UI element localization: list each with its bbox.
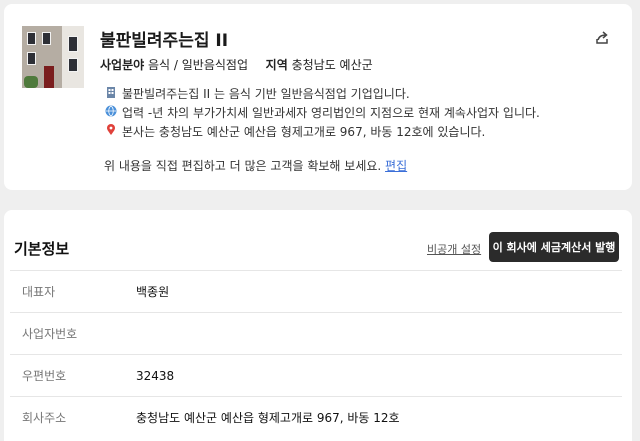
company-name: 불판빌려주는집 II bbox=[100, 31, 229, 51]
section-title: 기본정보 bbox=[14, 240, 70, 258]
table-row: 대표자 백종원 bbox=[10, 270, 622, 312]
region-label: 지역 bbox=[265, 58, 288, 72]
description-text: 불판빌려주는집 II 는 음식 기반 일반음식점업 기업입니다. bbox=[122, 87, 410, 101]
basic-info-card: 기본정보 비공개 설정 이 회사에 세금계산서 발행 대표자 백종원 사업자번호… bbox=[4, 210, 632, 441]
edit-link[interactable]: 편집 bbox=[385, 159, 407, 173]
description-line: 본사는 충청남도 예산군 예산읍 형제고개로 967, 바동 12호에 있습니다… bbox=[104, 123, 485, 140]
row-label: 대표자 bbox=[22, 285, 56, 299]
company-profile-card: 불판빌려주는집 II 사업분야 음식 / 일반음식점업 지역 충청남도 예산군 … bbox=[4, 4, 632, 190]
description-text: 업력 -년 차의 부가가치세 일반과세자 영리법인의 지점으로 현재 계속사업자… bbox=[122, 106, 540, 120]
row-label: 우편번호 bbox=[22, 369, 67, 383]
row-value: 백종원 bbox=[136, 285, 170, 299]
table-row: 사업자번호 bbox=[10, 312, 622, 354]
region-value: 충청남도 예산군 bbox=[291, 58, 373, 72]
description-line: 업력 -년 차의 부가가치세 일반과세자 영리법인의 지점으로 현재 계속사업자… bbox=[104, 104, 540, 121]
industry-value: 음식 / 일반음식점업 bbox=[148, 58, 248, 72]
table-row: 회사주소 충청남도 예산군 예산읍 형제고개로 967, 바동 12호 bbox=[10, 396, 622, 438]
map-pin-icon bbox=[104, 124, 118, 139]
row-label: 회사주소 bbox=[22, 411, 67, 425]
row-label: 사업자번호 bbox=[22, 327, 78, 341]
private-setting-link[interactable]: 비공개 설정 bbox=[427, 241, 481, 257]
edit-prompt-text: 위 내용을 직접 편집하고 더 많은 고객을 확보해 보세요. bbox=[104, 159, 382, 173]
building-icon bbox=[104, 86, 118, 101]
share-icon[interactable] bbox=[594, 30, 610, 46]
company-thumbnail bbox=[22, 26, 84, 88]
company-meta: 사업분야 음식 / 일반음식점업 지역 충청남도 예산군 bbox=[100, 56, 373, 73]
description-text: 본사는 충청남도 예산군 예산읍 형제고개로 967, 바동 12호에 있습니다… bbox=[122, 125, 486, 139]
row-value: 32438 bbox=[136, 368, 175, 383]
globe-icon bbox=[104, 105, 118, 120]
description-line: 불판빌려주는집 II 는 음식 기반 일반음식점업 기업입니다. bbox=[104, 85, 410, 102]
row-value: 충청남도 예산군 예산읍 형제고개로 967, 바동 12호 bbox=[136, 411, 400, 425]
industry-label: 사업분야 bbox=[100, 58, 145, 72]
table-row: 우편번호 32438 bbox=[10, 354, 622, 396]
issue-tax-invoice-button[interactable]: 이 회사에 세금계산서 발행 bbox=[489, 232, 619, 262]
edit-prompt: 위 내용을 직접 편집하고 더 많은 고객을 확보해 보세요. 편집 bbox=[104, 157, 407, 174]
